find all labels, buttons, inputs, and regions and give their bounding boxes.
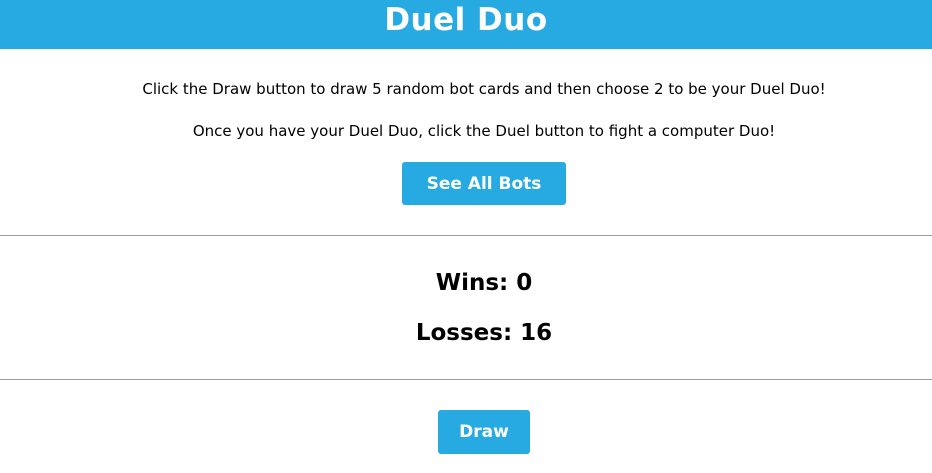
page-header: Duel Duo: [0, 0, 932, 49]
draw-button[interactable]: Draw: [438, 410, 530, 454]
instructions-draw: Click the Draw button to draw 5 random b…: [142, 80, 826, 98]
losses-count: Losses: 16: [415, 320, 553, 346]
actions-section: Draw: [0, 380, 932, 472]
wins-count: Wins: 0: [435, 270, 533, 296]
page-title: Duel Duo: [384, 1, 548, 38]
instructions-duel: Once you have your Duel Duo, click the D…: [192, 122, 776, 140]
intro-section: Click the Draw button to draw 5 random b…: [0, 49, 932, 235]
see-all-bots-button[interactable]: See All Bots: [402, 162, 566, 205]
score-section: Wins: 0 Losses: 16: [0, 236, 932, 379]
